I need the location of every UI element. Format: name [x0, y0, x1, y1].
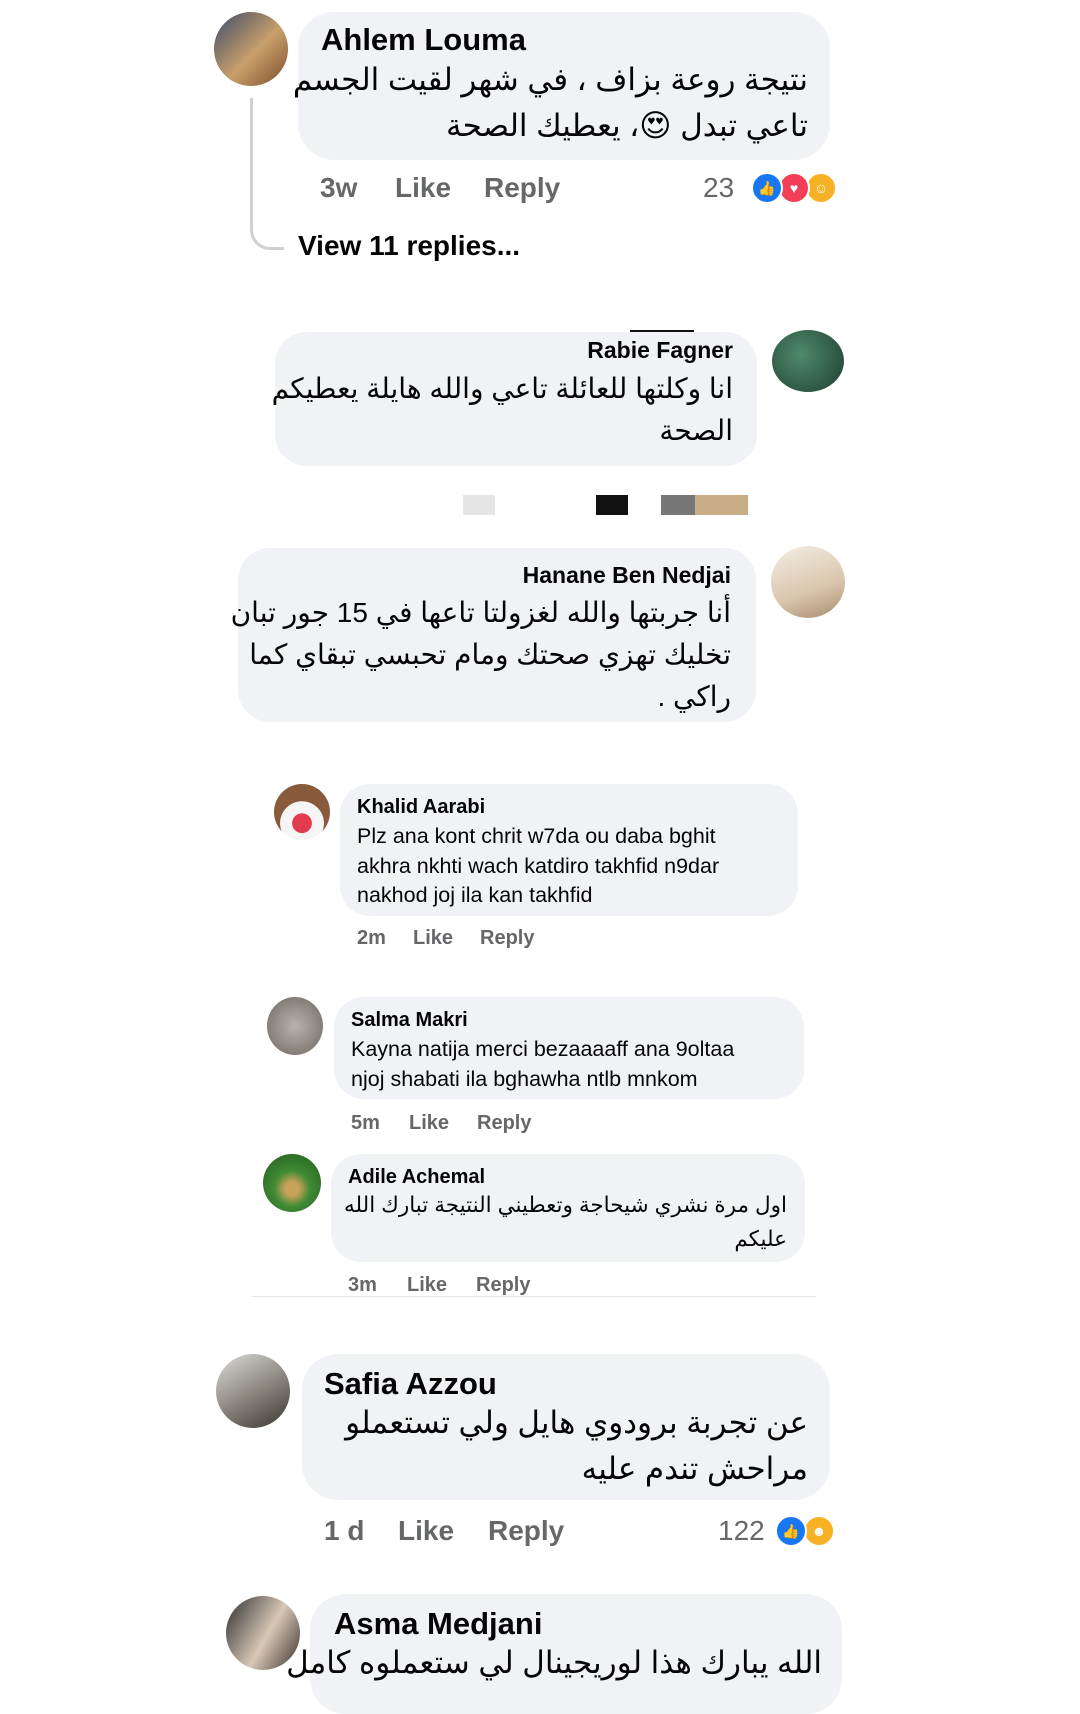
view-replies-link[interactable]: View 11 replies... [298, 230, 520, 262]
comment-author[interactable]: Salma Makri [351, 1009, 468, 1032]
comment-text-line: عن تجربة برودوي هايل ولي تستعملو [345, 1405, 808, 1440]
comment-author[interactable]: Adile Achemal [348, 1166, 485, 1189]
avatar-rabie-fagner[interactable] [772, 330, 844, 392]
like-button[interactable]: Like [398, 1515, 454, 1547]
comment-text-line: أنا جربتها والله لغزولتا تاعها في 15 جور… [230, 597, 731, 628]
comment-author[interactable]: Safia Azzou [324, 1366, 497, 1402]
comment-text-line: Plz ana kont chrit w7da ou daba bghit [357, 824, 716, 848]
like-button[interactable]: Like [407, 1274, 447, 1297]
comment-text-line: نتيجة روعة بزاف ، في شهر لقيت الجسم [292, 62, 808, 97]
redaction-block [695, 495, 748, 515]
like-button[interactable]: Like [409, 1112, 449, 1135]
avatar-ahlem-louma[interactable] [214, 12, 288, 86]
comment-text-line: تاعي تبدل 😍، يعطيك الصحة [445, 108, 808, 143]
comment-author[interactable]: Hanane Ben Nedjai [523, 562, 731, 589]
comment-text-line: nakhod joj ila kan takhfid [357, 883, 593, 907]
redaction-block [661, 495, 695, 515]
reply-button[interactable]: Reply [477, 1112, 531, 1135]
redaction-block [596, 495, 628, 515]
avatar-adile-achemal[interactable] [263, 1154, 321, 1212]
comment-timestamp: 2m [357, 927, 386, 949]
redaction-block [463, 495, 495, 515]
comment-text-line: انا وكلتها للعائلة تاعي والله هايلة يعطي… [271, 373, 733, 404]
avatar-khalid-aarabi[interactable] [274, 784, 330, 840]
reply-button[interactable]: Reply [480, 927, 534, 950]
comment-text-line: الله يبارك هذا لوريجينال لي ستعملوه كامل [286, 1645, 822, 1680]
comment-text-line: تخليك تهزي صحتك ومام تحبسي تبقاي كما [249, 639, 731, 670]
comment-text-line: Kayna natija merci bezaaaaff ana 9oltaa [351, 1037, 735, 1061]
like-button[interactable]: Like [413, 927, 453, 950]
comment-timestamp: 3w [320, 172, 358, 203]
comment-author[interactable]: Khalid Aarabi [357, 796, 485, 819]
avatar-hanane-ben-nedjai[interactable] [771, 546, 845, 618]
comment-timestamp: 1 d [324, 1515, 365, 1546]
like-reaction-icon: 👍 [751, 172, 783, 204]
avatar-safia-azzou[interactable] [216, 1354, 290, 1428]
avatar-salma-makri[interactable] [267, 997, 323, 1055]
reply-button[interactable]: Reply [484, 172, 560, 204]
reply-button[interactable]: Reply [476, 1274, 530, 1297]
reaction-count[interactable]: 23 [703, 172, 734, 204]
comment-text-line: njoj shabati ila bghawha ntlb mnkom [351, 1067, 698, 1091]
comment-text-line: akhra nkhti wach katdiro takhfid n9dar [357, 854, 720, 878]
like-reaction-icon: 👍 [775, 1515, 807, 1547]
reply-button[interactable]: Reply [488, 1515, 564, 1547]
comment-author[interactable]: Ahlem Louma [321, 22, 526, 58]
comment-text-line: اول مرة نشري شيحاجة وتعطيني النتيجة تبار… [344, 1193, 787, 1217]
reaction-count[interactable]: 122 [718, 1515, 765, 1547]
comment-text-line: عليكم [734, 1227, 787, 1251]
comment-text-line: مراحش تندم عليه [581, 1451, 808, 1486]
like-button[interactable]: Like [395, 172, 451, 204]
comment-author[interactable]: Rabie Fagner [587, 337, 733, 364]
thread-connector-line [250, 98, 284, 250]
comment-author[interactable]: Asma Medjani [334, 1606, 542, 1642]
comment-timestamp: 3m [348, 1274, 377, 1296]
comment-text-line: راكي . [657, 681, 731, 712]
haha-reaction-icon: ☻ [803, 1515, 835, 1547]
comment-timestamp: 5m [351, 1112, 380, 1134]
divider [252, 1296, 816, 1297]
comment-text-line: الصحة [659, 415, 733, 446]
